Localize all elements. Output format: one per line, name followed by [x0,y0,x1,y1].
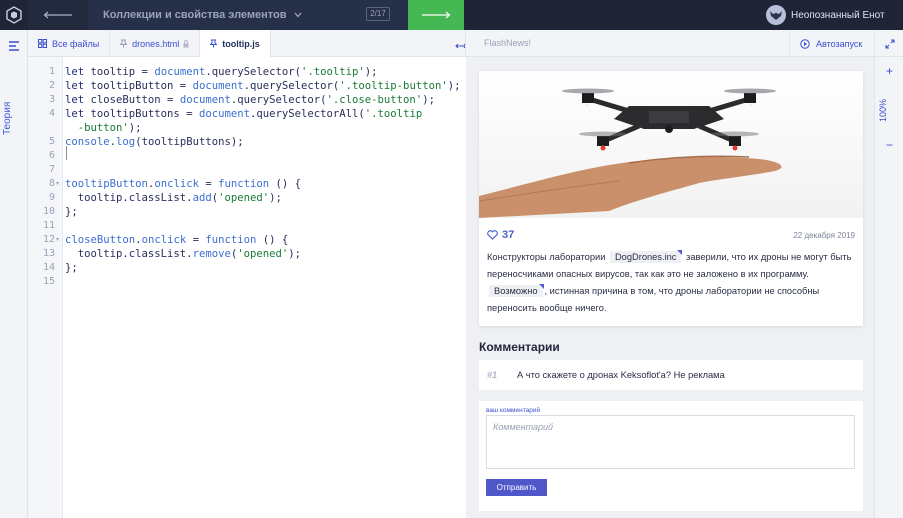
expand-icon [885,39,894,48]
line-number: 15 [42,276,55,287]
tab-drones-html[interactable]: drones.html [110,30,201,57]
submit-comment-button[interactable]: Отправить [486,479,547,496]
line-number: 13 [42,248,55,259]
line-number: 11 [42,220,55,231]
step-counter: 2/17 [366,7,390,21]
theory-tab[interactable]: Теория [2,100,26,136]
code-line: let closeButton = document.querySelector… [65,94,435,106]
zoom-out-button[interactable]: − [875,135,903,155]
zoom-level: 100% [878,98,888,122]
grid-icon [38,39,47,48]
left-rail: Теория [0,30,28,518]
line-number: 1 [48,66,55,77]
top-bar: Коллекции и свойства элементов 2/17 Неоп… [0,0,903,30]
arrow-right-icon [421,6,451,24]
tooltip-trigger[interactable]: DogDrones.inc [609,251,682,263]
autorun-label: Автозапуск [816,38,863,49]
lesson-breadcrumb[interactable]: Коллекции и свойства элементов [88,0,408,30]
like-button[interactable]: 37 [487,229,514,241]
news-card: 37 22 декабря 2019 Конструкторы лаборато… [479,71,863,326]
tab-all-files[interactable]: Все файлы [28,30,111,57]
lesson-title: Коллекции и свойства элементов [103,9,287,21]
line-number: 7 [48,164,55,175]
line-number: 2 [48,80,55,91]
comments-heading: Комментарии [479,340,560,354]
avatar [766,5,786,25]
logo-icon[interactable] [0,0,28,30]
zoom-controls: + 100% − [874,57,903,518]
code-line: tooltip.classList.remove('opened'); [65,248,302,260]
line-number: 3 [48,94,55,105]
post-date: 22 декабря 2019 [793,231,855,240]
autorun-button[interactable]: Автозапуск [789,30,874,57]
preview-address: FlashNews! [484,38,532,48]
line-number: 5 [48,136,55,147]
comment-field-label: ваш комментарий [486,407,541,414]
heart-icon [487,230,498,240]
line-number: 6 [48,150,55,161]
fold-arrow-icon[interactable]: ▾ [56,233,62,247]
comment-number: #1 [487,370,498,380]
autorun-icon [800,38,810,49]
line-number: 10 [42,206,55,217]
fold-arrow-icon[interactable]: ▾ [56,177,62,191]
zoom-in-button[interactable]: + [875,61,903,81]
tab-label: drones.html [132,38,180,49]
code-line: let tooltip = document.querySelector('.t… [65,66,378,78]
comment-form: ваш комментарий Отправить [479,401,863,511]
user-menu[interactable]: Неопознанный Енот [766,0,885,30]
menu-icon[interactable] [8,38,20,56]
likes-count: 37 [502,229,515,241]
tab-label: tooltip.js [222,38,260,49]
text-cursor [66,146,67,160]
comment-text: А что скажете о дронах Keksoflot'a? Не р… [517,370,725,380]
pin-icon [210,39,218,48]
code-line: tooltip.classList.add('opened'); [65,192,282,204]
tab-tooltip-js[interactable]: tooltip.js [200,30,271,57]
post-text-part: Конструкторы лаборатории [487,252,608,262]
code-line: tooltipButton.onclick = function () { [65,178,302,190]
line-number: 12 [42,234,55,245]
pin-icon [120,39,128,48]
line-number: 8 [48,178,55,189]
code-line: }; [65,206,78,218]
lock-icon [183,39,189,48]
expand-button[interactable] [874,30,903,57]
drone-photo [479,71,863,218]
comment-input[interactable] [486,415,855,469]
comment-item: #1 А что скажете о дронах Keksoflot'a? Н… [479,360,863,390]
tab-label: Все файлы [52,38,100,49]
preview-header: FlashNews! Автозапуск [465,30,903,57]
code-line: }; [65,262,78,274]
code-editor[interactable]: let tooltip = document.querySelector('.t… [63,57,465,518]
user-name: Неопознанный Енот [791,9,885,21]
next-button[interactable] [408,0,464,30]
arrow-left-icon [43,6,73,24]
post-text: Конструкторы лаборатории DogDrones.inc з… [487,249,857,317]
line-number: 9 [48,192,55,203]
line-number: 14 [42,262,55,273]
chevron-down-icon [294,12,302,18]
editor-tabs: Все файлы drones.html tooltip.js [28,30,465,57]
code-line: closeButton.onclick = function () { [65,234,289,246]
line-number: 4 [48,108,55,119]
tooltip-trigger[interactable]: Возможно [489,285,543,297]
back-button[interactable] [28,0,88,30]
code-line: console.log(tooltipButtons); [65,136,244,148]
code-line: let tooltipButtons = document.querySelec… [65,108,423,120]
code-line: -button'); [77,122,142,134]
code-line: let tooltipButton = document.querySelect… [65,80,461,92]
